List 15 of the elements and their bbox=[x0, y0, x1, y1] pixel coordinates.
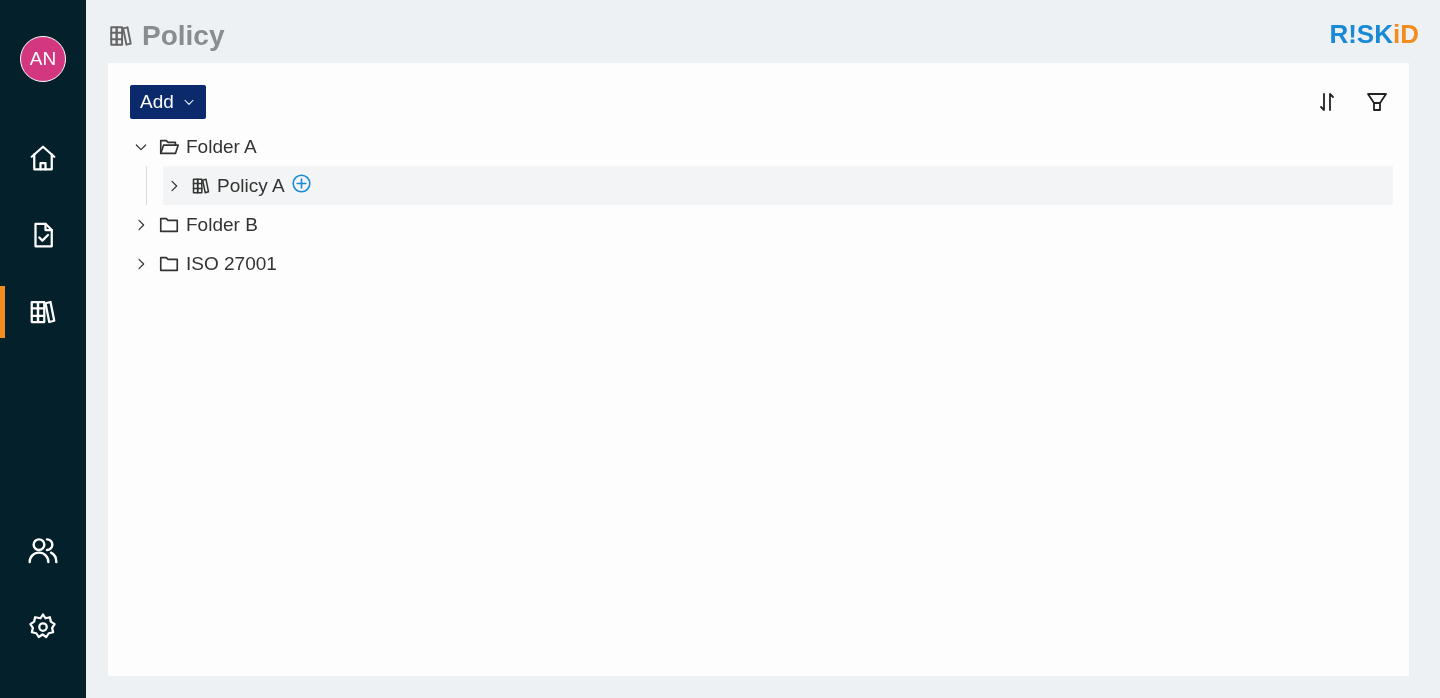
tree-item-label: Folder A bbox=[186, 135, 257, 158]
tree-item[interactable]: Folder B bbox=[130, 205, 1393, 244]
add-circle-icon bbox=[290, 172, 312, 194]
tree-item-label: Policy A bbox=[217, 174, 285, 197]
tree-item[interactable]: ISO 27001 bbox=[130, 244, 1393, 283]
filter-icon bbox=[1365, 90, 1389, 114]
logo: R!SKiD bbox=[1329, 18, 1419, 50]
tree-item-label: ISO 27001 bbox=[186, 252, 277, 275]
tree-item[interactable]: Folder A bbox=[130, 127, 1393, 166]
user-avatar[interactable]: AN bbox=[20, 36, 66, 82]
home-icon bbox=[28, 143, 58, 173]
tree-item[interactable]: Policy A bbox=[163, 166, 1393, 205]
tree-item-label: Folder B bbox=[186, 213, 258, 236]
page-title: Policy bbox=[142, 19, 225, 52]
add-button[interactable]: Add bbox=[130, 85, 206, 119]
